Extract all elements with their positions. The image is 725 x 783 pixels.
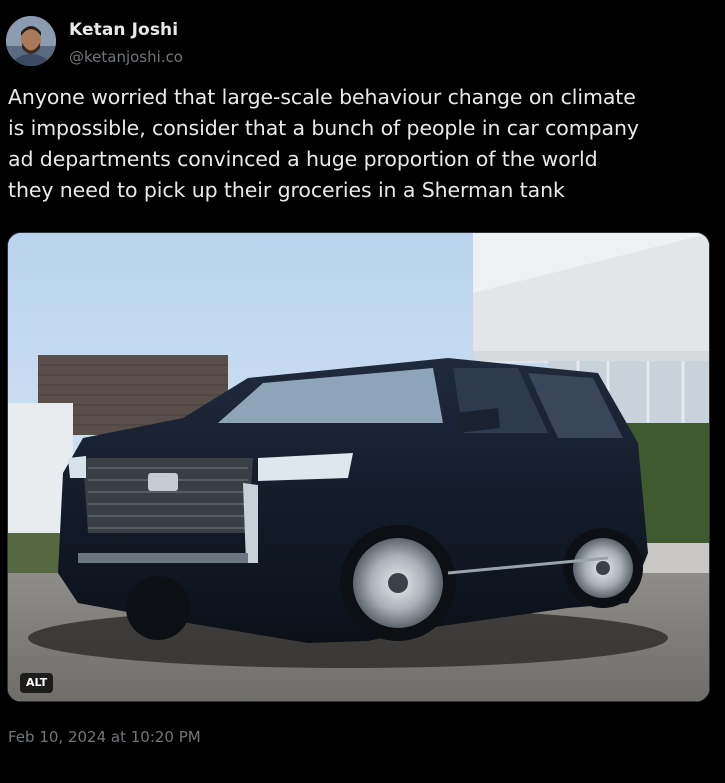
post: Ketan Joshi @ketanjoshi.co Anyone worrie… (0, 0, 725, 783)
author-name[interactable]: Ketan Joshi (69, 20, 178, 40)
post-text-line: ad departments convinced a huge proporti… (8, 147, 598, 171)
suv-photo (8, 233, 709, 701)
post-image[interactable]: ALT (7, 232, 710, 702)
post-text-line: is impossible, consider that a bunch of … (8, 116, 639, 140)
author-handle[interactable]: @ketanjoshi.co (69, 48, 183, 66)
post-text-line: they need to pick up their groceries in … (8, 178, 565, 202)
alt-text-button[interactable]: ALT (20, 673, 54, 693)
avatar[interactable] (6, 16, 56, 66)
post-text-line: Anyone worried that large-scale behaviou… (8, 85, 636, 109)
post-timestamp[interactable]: Feb 10, 2024 at 10:20 PM (8, 728, 201, 746)
post-text: Anyone worried that large-scale behaviou… (8, 82, 720, 206)
